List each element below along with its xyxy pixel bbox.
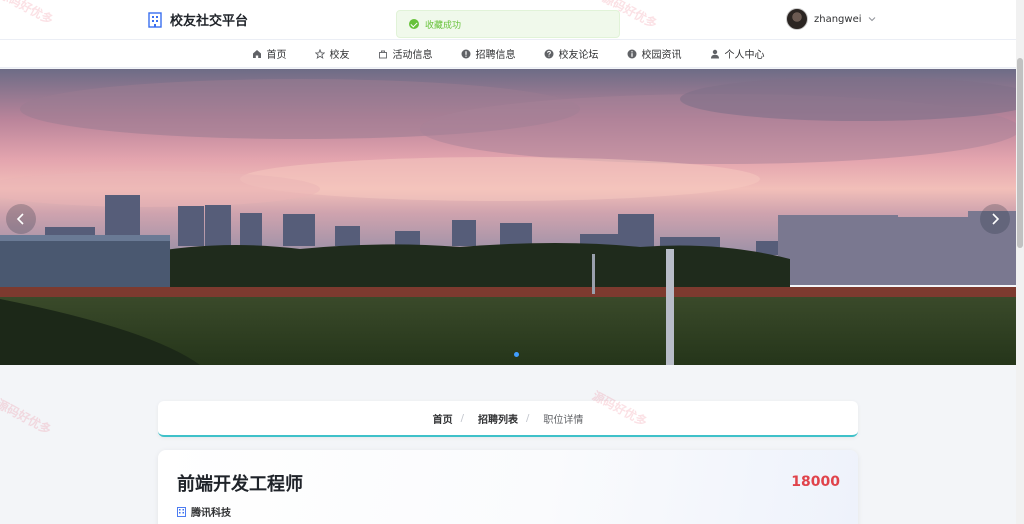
nav-item-forum[interactable]: 校友论坛 bbox=[530, 40, 613, 68]
breadcrumb-current: 职位详情 bbox=[543, 414, 584, 426]
check-circle-icon bbox=[409, 19, 419, 29]
avatar[interactable] bbox=[786, 8, 808, 30]
breadcrumb-home[interactable]: 首页 bbox=[433, 411, 453, 426]
nav-item-alumni[interactable]: 校友 bbox=[301, 40, 364, 68]
breadcrumb-recruitment-list[interactable]: 招聘列表 bbox=[478, 411, 518, 426]
watermark: 源码好优多 bbox=[0, 396, 54, 438]
chevron-down-icon[interactable] bbox=[868, 15, 876, 23]
chevron-right-icon bbox=[992, 213, 1000, 225]
carousel-prev-button[interactable] bbox=[6, 204, 36, 234]
carousel-next-button[interactable] bbox=[980, 204, 1010, 234]
breadcrumb: 首页 / 招聘列表 / 职位详情 bbox=[158, 401, 858, 437]
company-name: 腾讯科技 bbox=[191, 508, 231, 519]
job-salary: 18000 bbox=[791, 474, 840, 490]
success-toast: 收藏成功 bbox=[396, 10, 620, 38]
nav-item-activities[interactable]: 活动信息 bbox=[364, 40, 447, 68]
username[interactable]: zhangwei bbox=[814, 14, 862, 25]
star-icon bbox=[314, 48, 325, 59]
brand[interactable]: 校友社交平台 bbox=[148, 10, 248, 29]
nav-item-home[interactable]: 首页 bbox=[238, 40, 301, 68]
office-building-icon bbox=[177, 506, 186, 517]
user-icon bbox=[710, 49, 719, 58]
brand-title: 校友社交平台 bbox=[170, 14, 249, 29]
nav-label: 校友论坛 bbox=[558, 50, 599, 61]
main-nav: 首页 校友 活动信息 招聘信息 校友论坛 校园资讯 个人中心 bbox=[0, 40, 1016, 68]
nav-label: 首页 bbox=[266, 50, 287, 61]
nav-label: 校园资讯 bbox=[641, 50, 682, 61]
page-scrollbar[interactable] bbox=[1016, 0, 1024, 524]
info-circle-icon bbox=[627, 49, 636, 58]
banner-carousel[interactable] bbox=[0, 69, 1016, 365]
question-circle-icon bbox=[544, 49, 553, 58]
bag-icon bbox=[378, 50, 387, 58]
breadcrumb-separator: / bbox=[460, 412, 464, 424]
chevron-left-icon bbox=[16, 213, 24, 225]
carousel-indicator[interactable] bbox=[514, 352, 519, 357]
building-icon bbox=[148, 11, 162, 28]
nav-label: 校友 bbox=[329, 50, 350, 61]
nav-item-recruitment[interactable]: 招聘信息 bbox=[447, 40, 530, 68]
company: 腾讯科技 bbox=[177, 504, 231, 519]
home-icon bbox=[252, 49, 261, 58]
nav-label: 个人中心 bbox=[724, 50, 765, 61]
scrollbar-thumb[interactable] bbox=[1017, 58, 1023, 248]
info-circle-icon bbox=[461, 49, 470, 58]
nav-label: 活动信息 bbox=[392, 50, 433, 61]
campus-sunset-photo bbox=[0, 69, 1016, 365]
breadcrumb-separator: / bbox=[526, 412, 530, 424]
job-detail-card: 前端开发工程师 18000 腾讯科技 bbox=[158, 450, 858, 524]
toast-message: 收藏成功 bbox=[425, 20, 462, 31]
job-title: 前端开发工程师 bbox=[177, 474, 303, 495]
nav-item-profile[interactable]: 个人中心 bbox=[696, 40, 779, 68]
user-menu[interactable]: zhangwei bbox=[786, 8, 876, 30]
nav-label: 招聘信息 bbox=[475, 50, 516, 61]
nav-item-news[interactable]: 校园资讯 bbox=[613, 40, 696, 68]
